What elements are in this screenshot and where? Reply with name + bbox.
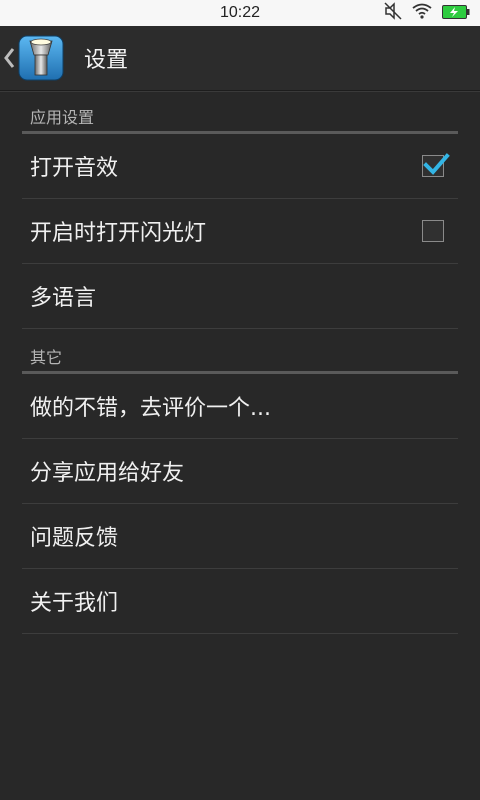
settings-item-share[interactable]: 分享应用给好友 <box>22 439 458 504</box>
mute-icon <box>384 2 402 24</box>
settings-item-label: 做的不错，去评价一个... <box>30 396 271 421</box>
settings-item-flashlight-on-start[interactable]: 开启时打开闪光灯 <box>22 199 458 264</box>
settings-item-rate[interactable]: 做的不错，去评价一个... <box>22 374 458 439</box>
action-bar: 设置 <box>0 26 480 91</box>
status-bar: 10:22 <box>0 0 480 26</box>
settings-item-about[interactable]: 关于我们 <box>22 569 458 634</box>
settings-item-label: 打开音效 <box>30 156 119 181</box>
wifi-icon <box>412 3 432 23</box>
settings-item-label: 问题反馈 <box>30 526 119 551</box>
settings-list: 应用设置 打开音效 开启时打开闪光灯 多语言 其它 做的不错，去评价一个... … <box>0 105 480 634</box>
settings-item-label: 分享应用给好友 <box>30 461 185 486</box>
settings-item-label: 开启时打开闪光灯 <box>30 221 207 246</box>
status-time: 10:22 <box>219 4 261 21</box>
battery-charging-icon <box>442 4 470 23</box>
settings-item-sound[interactable]: 打开音效 <box>22 134 458 199</box>
chevron-left-icon[interactable] <box>2 26 16 90</box>
checkmark-icon <box>423 153 450 175</box>
status-icons <box>384 2 470 24</box>
section-header-other: 其它 <box>22 345 458 374</box>
section-header-app-settings: 应用设置 <box>22 105 458 134</box>
settings-item-label: 关于我们 <box>30 591 119 616</box>
settings-item-feedback[interactable]: 问题反馈 <box>22 504 458 569</box>
flashlight-app-icon[interactable] <box>18 35 64 81</box>
flashlight-on-start-checkbox[interactable] <box>422 220 444 242</box>
settings-item-label: 多语言 <box>30 286 97 311</box>
settings-item-language[interactable]: 多语言 <box>22 264 458 329</box>
sound-checkbox[interactable] <box>422 153 450 177</box>
page-title: 设置 <box>84 48 129 73</box>
